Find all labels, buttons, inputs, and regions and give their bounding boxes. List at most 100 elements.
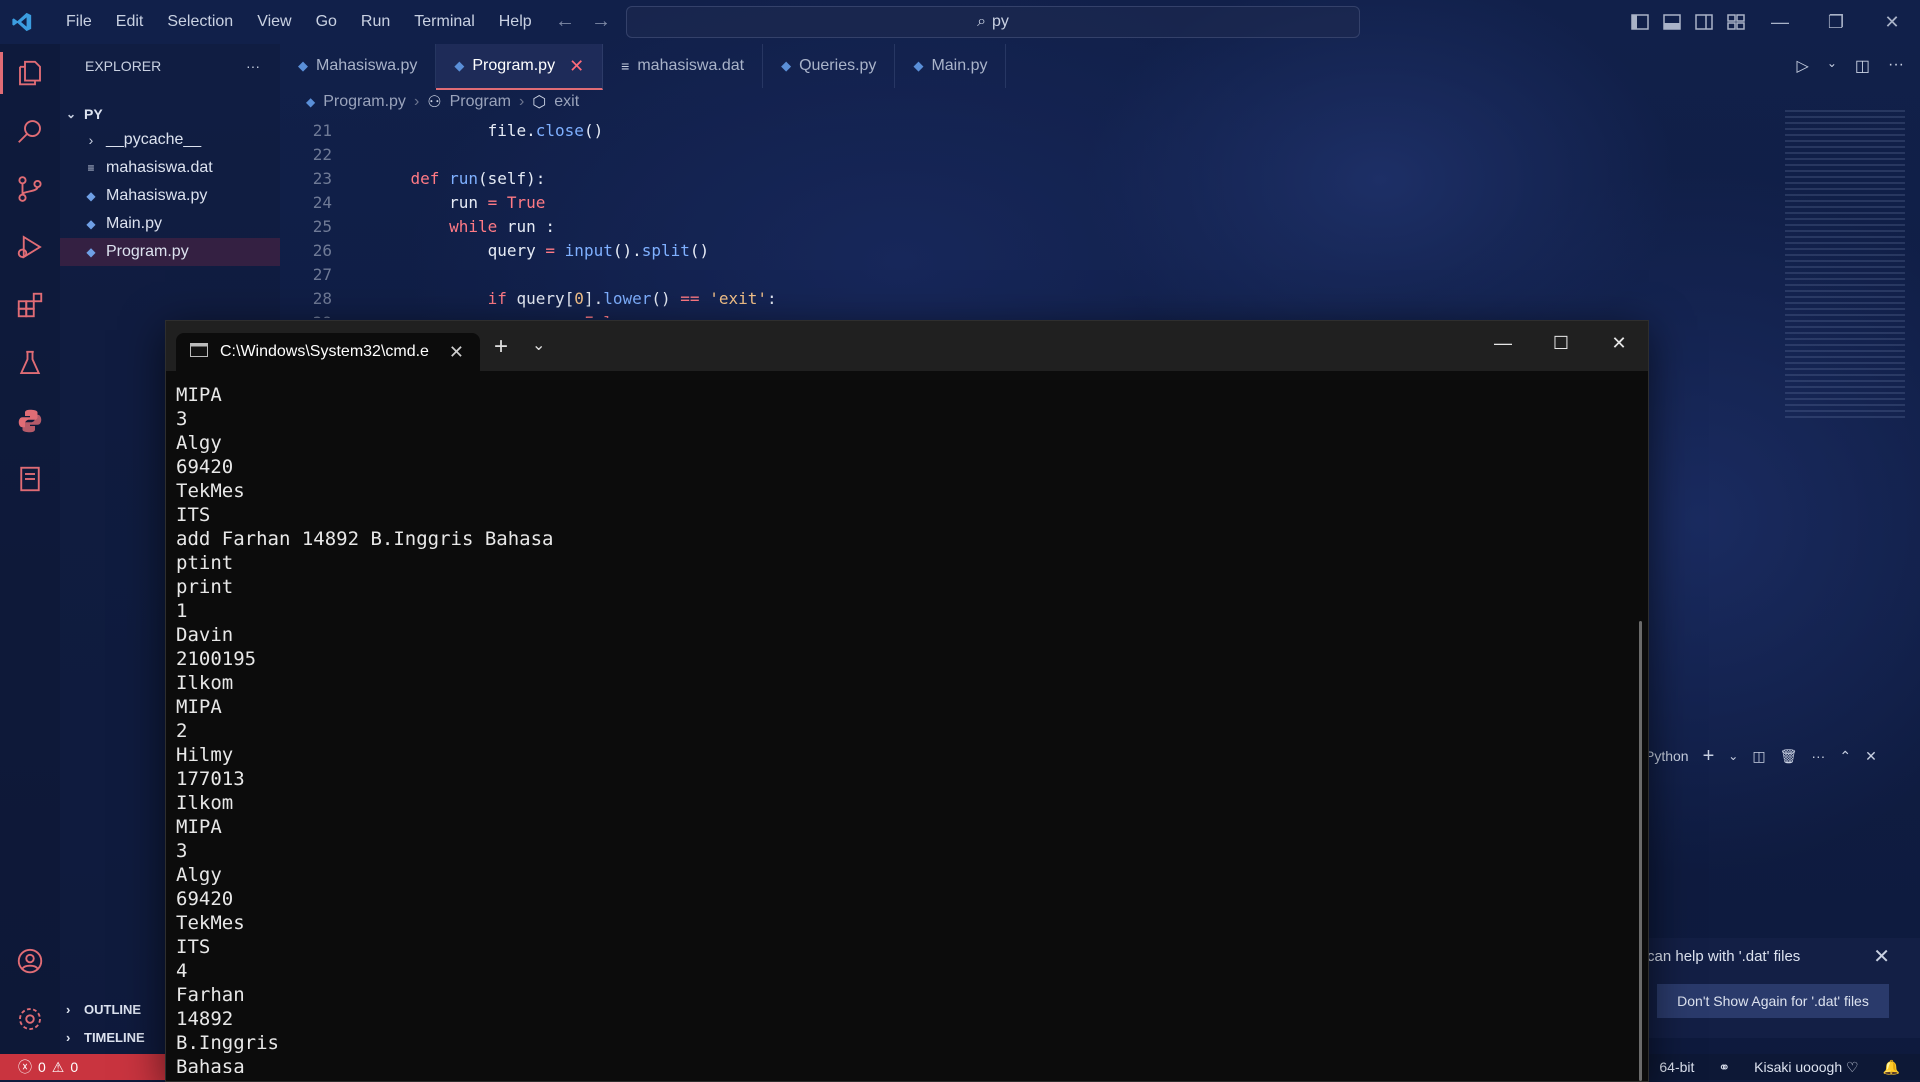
code-line: 22: [300, 142, 1700, 166]
new-tab-icon[interactable]: +: [494, 333, 508, 361]
editor-tabs: ◆ Mahasiswa.py ◆ Program.py ✕ ≡ mahasisw…: [280, 44, 1920, 90]
maximize-icon[interactable]: ☐: [1532, 321, 1590, 365]
python-file-icon: ◆: [86, 245, 96, 259]
code-line: 28 if query[0].lower() == 'exit':: [300, 286, 1700, 310]
more-actions-icon[interactable]: ···: [1888, 56, 1904, 76]
breadcrumb-class[interactable]: Program: [450, 93, 511, 111]
python-icon[interactable]: [0, 392, 60, 450]
tree-item-main-py[interactable]: ◆ Main.py: [60, 210, 280, 238]
minimize-icon[interactable]: —: [1752, 0, 1808, 44]
tab-queries-py[interactable]: ◆ Queries.py: [763, 44, 896, 88]
breadcrumb-file[interactable]: Program.py: [323, 93, 406, 111]
dont-show-again-button[interactable]: Don't Show Again for '.dat' files: [1657, 984, 1889, 1018]
terminal-window-icon: [190, 342, 208, 362]
run-debug-icon[interactable]: [0, 218, 60, 276]
folder-root[interactable]: ⌄ PY: [60, 102, 280, 126]
minimize-icon[interactable]: —: [1474, 321, 1532, 365]
toggle-secondary-sidebar-icon[interactable]: [1688, 0, 1720, 44]
cmd-output-line: 1: [176, 600, 188, 622]
chevron-down-icon[interactable]: ⌄: [1728, 749, 1738, 763]
cmd-output-line: Ilkom: [176, 792, 234, 814]
chevron-down-icon[interactable]: ⌄: [1827, 56, 1837, 76]
close-notification-icon[interactable]: ✕: [1873, 944, 1890, 969]
cmd-tab[interactable]: C:\Windows\System32\cmd.e ✕: [176, 333, 480, 371]
testing-flask-icon[interactable]: [0, 334, 60, 392]
tab-mahasiswa-dat[interactable]: ≡ mahasiswa.dat: [603, 44, 764, 88]
menu-view[interactable]: View: [245, 0, 303, 44]
settings-gear-icon[interactable]: [0, 990, 60, 1048]
python-arch-label[interactable]: 64-bit: [1659, 1059, 1694, 1075]
code-line: 25 while run :: [300, 214, 1700, 238]
menu-edit[interactable]: Edit: [104, 0, 156, 44]
back-arrow-icon[interactable]: ←: [555, 10, 575, 33]
command-center-search[interactable]: ⌕ py: [626, 6, 1360, 38]
live-share-icon[interactable]: ⚭: [1718, 1059, 1730, 1076]
forward-arrow-icon[interactable]: →: [591, 10, 611, 33]
code-line: 21 file.close(): [300, 118, 1700, 142]
trash-icon[interactable]: 🗑: [1780, 748, 1798, 765]
explorer-icon[interactable]: [0, 44, 60, 102]
maximize-panel-icon[interactable]: ⌃: [1839, 748, 1851, 765]
menu-go[interactable]: Go: [304, 0, 349, 44]
menu-terminal[interactable]: Terminal: [402, 0, 486, 44]
more-actions-icon[interactable]: ···: [1811, 748, 1825, 764]
tab-program-py[interactable]: ◆ Program.py ✕: [436, 44, 604, 90]
tree-item-label: Main.py: [106, 215, 163, 232]
menu-run[interactable]: Run: [349, 0, 402, 44]
tab-mahasiswa-py[interactable]: ◆ Mahasiswa.py: [280, 44, 437, 88]
breadcrumb-symbol[interactable]: exit: [554, 93, 579, 111]
file-lines-icon: ≡: [87, 161, 95, 175]
notifications-bell-icon[interactable]: 🔔: [1883, 1059, 1900, 1076]
title-bar: File Edit Selection View Go Run Terminal…: [0, 0, 1920, 44]
cmd-output-line: Ilkom: [176, 672, 234, 694]
account-status-label[interactable]: Kisaki uooogh ♡: [1754, 1059, 1858, 1076]
explorer-more-icon[interactable]: ···: [246, 58, 260, 74]
timeline-label: TIMELINE: [84, 1029, 145, 1045]
cmd-output-line: 69420: [176, 888, 234, 910]
terminal-profile-label[interactable]: Python: [1645, 748, 1689, 764]
close-tab-icon[interactable]: ✕: [569, 56, 584, 77]
close-panel-icon[interactable]: ✕: [1865, 748, 1877, 765]
minimap[interactable]: [1785, 110, 1905, 420]
python-file-icon: ◆: [913, 58, 924, 73]
tab-main-py[interactable]: ◆ Main.py: [895, 44, 1007, 88]
close-window-icon[interactable]: ✕: [1590, 321, 1648, 365]
code-editor[interactable]: 21 file.close() 22 23 def run(self): 24 …: [300, 118, 1700, 319]
close-tab-icon[interactable]: ✕: [449, 342, 464, 363]
tab-label: Program.py: [472, 57, 556, 74]
line-number: 28: [312, 288, 332, 308]
customize-layout-icon[interactable]: [1720, 0, 1752, 44]
close-window-icon[interactable]: ✕: [1864, 0, 1920, 44]
problems-status[interactable]: ⓧ 0 ⚠ 0: [0, 1054, 183, 1080]
new-terminal-icon[interactable]: +: [1703, 745, 1715, 768]
python-file-icon: ◆: [454, 58, 465, 73]
cmd-output[interactable]: MIPA 3 Algy 69420 TekMes ITS add Farhan 14892 …: [176, 383, 1616, 1073]
split-terminal-icon[interactable]: ◫: [1752, 748, 1765, 765]
tab-label: mahasiswa.dat: [637, 57, 745, 74]
vscode-logo-icon: [0, 0, 44, 44]
notebook-icon[interactable]: [0, 450, 60, 508]
symbol-icon: ⬡: [532, 94, 547, 111]
toggle-primary-sidebar-icon[interactable]: [1624, 0, 1656, 44]
line-number: 27: [312, 264, 332, 284]
extensions-icon[interactable]: [0, 276, 60, 334]
search-sidebar-icon[interactable]: [0, 102, 60, 160]
chevron-down-icon[interactable]: ⌄: [532, 335, 545, 355]
tree-item-program-py[interactable]: ◆ Program.py: [60, 238, 280, 266]
line-number: 21: [312, 120, 332, 140]
tree-item-mahasiswa-dat[interactable]: ≡ mahasiswa.dat: [60, 154, 280, 182]
menu-file[interactable]: File: [54, 0, 104, 44]
cmd-output-line: Bahasa: [176, 1056, 245, 1073]
run-file-icon[interactable]: ▷: [1797, 56, 1809, 76]
line-number: 23: [312, 168, 332, 188]
menu-selection[interactable]: Selection: [155, 0, 245, 44]
toggle-panel-icon[interactable]: [1656, 0, 1688, 44]
restore-icon[interactable]: ❐: [1808, 0, 1864, 44]
scrollbar[interactable]: [1639, 621, 1642, 1081]
split-editor-icon[interactable]: ◫: [1855, 56, 1870, 76]
tree-item-mahasiswa-py[interactable]: ◆ Mahasiswa.py: [60, 182, 280, 210]
account-icon[interactable]: [0, 932, 60, 990]
tree-item-pycache[interactable]: › __pycache__: [60, 126, 280, 154]
source-control-icon[interactable]: [0, 160, 60, 218]
menu-help[interactable]: Help: [487, 0, 544, 44]
